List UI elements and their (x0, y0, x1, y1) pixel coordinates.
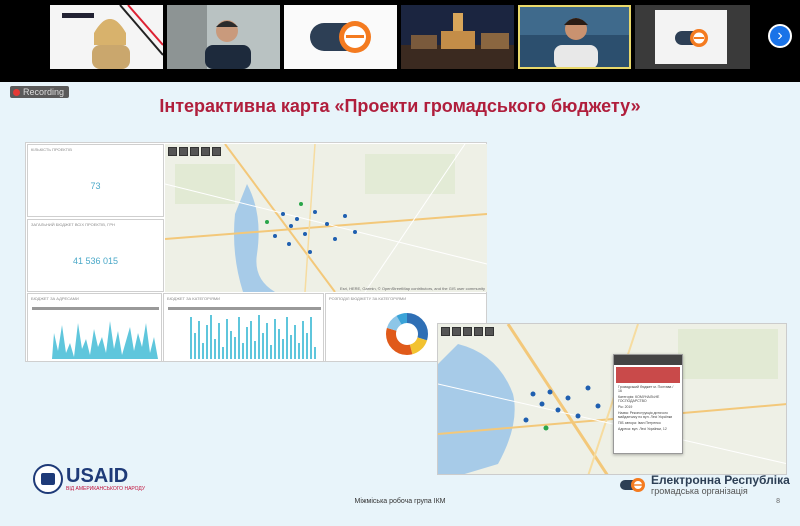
popup-line-5: ПІБ автора: Іван Петренко (618, 421, 661, 425)
usaid-word: USAID (66, 465, 129, 487)
zoom-out-icon[interactable] (452, 327, 461, 336)
e-logo-icon (284, 5, 397, 69)
participant-tile-2[interactable] (167, 5, 280, 69)
e-republic-subtitle: громадська організація (651, 486, 748, 496)
detail-map[interactable]: Громадський бюджет м. Полтава / 16 Катег… (437, 323, 787, 475)
chart-category-label: Бюджет за категоріями (167, 296, 221, 301)
project-popup[interactable]: Громадський бюджет м. Полтава / 16 Катег… (613, 354, 683, 454)
e-republic-title: Електронна Республіка (651, 473, 790, 487)
participant-video-4 (401, 5, 514, 69)
participant-tile-4[interactable] (401, 5, 514, 69)
popup-photo (616, 367, 680, 383)
donut-label: Розподіл бюджету за категоріями (329, 296, 407, 301)
kpi-budget-label: Загальний бюджет всіх проектів, грн (31, 222, 115, 227)
kpi-projects-panel: Кількість проектів 73 (27, 144, 164, 217)
participant-tile-5-active[interactable] (518, 5, 631, 69)
popup-line-6: Адреса: вул. Лесі Українки, 12 (618, 427, 667, 431)
chart-address-label: Бюджет за адресами (31, 296, 79, 301)
participant-tile-1[interactable] (50, 5, 163, 69)
kpi-budget-value: 41 536 015 (72, 256, 119, 266)
slide-title: Інтерактивна карта «Проекти громадського… (159, 96, 641, 116)
dashboard-screenshot: Кількість проектів 73 Загальний бюджет в… (25, 142, 487, 362)
usaid-subtitle: ВІД АМЕРИКАНСЬКОГО НАРОДУ (66, 486, 146, 492)
chevron-right-icon: › (777, 27, 783, 44)
meeting-window: › Recording Інтерактивна карта «Проекти … (0, 0, 800, 526)
chart-address-panel: Бюджет за адресами (27, 293, 162, 362)
popup-line-4: Назва: Реконструкція дитячого майданчику… (618, 411, 673, 419)
popup-header (614, 355, 682, 365)
chart-category-bars (168, 307, 321, 359)
e-logo-icon (620, 478, 645, 492)
kpi-projects-label: Кількість проектів (31, 147, 72, 152)
participant-video-5 (518, 5, 631, 69)
slide-page-number: 8 (776, 498, 780, 505)
usaid-logo: USAID ВІД АМЕРИКАНСЬКОГО НАРОДУ (33, 464, 145, 494)
zoom-out-icon[interactable] (179, 147, 188, 156)
map-toolbar (168, 147, 221, 156)
zoom-in-icon[interactable] (441, 327, 450, 336)
dashboard-map[interactable]: Esri, HERE, Garmin, © OpenStreetMap cont… (165, 144, 487, 292)
chart-address-area (32, 307, 159, 359)
participant-tile-6[interactable] (635, 5, 750, 69)
next-participants-button[interactable]: › (768, 24, 792, 48)
participant-strip: › (0, 0, 800, 76)
zoom-in-icon[interactable] (168, 147, 177, 156)
map-attribution: Esri, HERE, Garmin, © OpenStreetMap cont… (339, 286, 485, 291)
kpi-projects-value: 73 (90, 181, 101, 191)
home-icon[interactable] (463, 327, 472, 336)
participant-video-1 (50, 5, 163, 69)
shared-slide: Recording Інтерактивна карта «Проекти гр… (0, 82, 800, 526)
participant-video-2 (167, 5, 280, 69)
layers-icon[interactable] (201, 147, 210, 156)
map-tiles (165, 144, 487, 292)
kpi-budget-panel: Загальний бюджет всіх проектів, грн 41 5… (27, 219, 164, 292)
record-dot-icon (13, 88, 20, 96)
select-icon[interactable] (485, 327, 494, 336)
slide-footer: Міжміська робоча група ІКМ (354, 498, 446, 505)
e-republic-logo: Електронна Республіка громадська організ… (620, 474, 790, 496)
usaid-seal-icon (33, 464, 63, 494)
detail-map-toolbar (441, 327, 494, 336)
popup-line-2: Категорія: КОМУНАЛЬНЕ ГОСПОДАРСТВО (618, 395, 660, 403)
select-icon[interactable] (212, 147, 221, 156)
chart-category-panel: Бюджет за категоріями (163, 293, 324, 362)
popup-line-1: Громадський бюджет м. Полтава / 16 (618, 385, 674, 393)
popup-line-3: Рік: 2019 (618, 405, 633, 409)
home-icon[interactable] (190, 147, 199, 156)
layers-icon[interactable] (474, 327, 483, 336)
participant-tile-3[interactable] (284, 5, 397, 69)
e-logo-icon (635, 5, 750, 69)
